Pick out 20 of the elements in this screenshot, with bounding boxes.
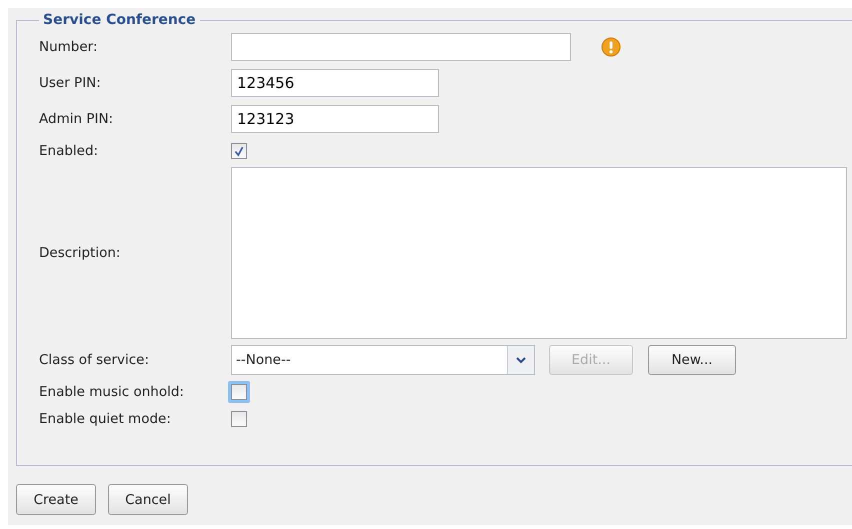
- field-label: Enable music onhold:: [39, 384, 185, 400]
- checkbox[interactable]: [231, 143, 247, 159]
- action-button[interactable]: Create: [16, 484, 96, 515]
- field-label: Description:: [39, 245, 122, 261]
- chevron-down-icon: [516, 356, 526, 364]
- field-label: Class of service:: [39, 352, 150, 368]
- group-title: Service Conference: [42, 12, 197, 28]
- field-label: Number:: [39, 39, 99, 55]
- input-field[interactable]: [231, 33, 571, 61]
- action-button[interactable]: Cancel: [108, 484, 188, 515]
- dropdown[interactable]: --None--: [231, 345, 535, 375]
- input-field[interactable]: 123456: [231, 69, 439, 97]
- field-label: Enable quiet mode:: [39, 411, 172, 427]
- field-label: Admin PIN:: [39, 111, 114, 127]
- field-label: User PIN:: [39, 75, 102, 91]
- description-field[interactable]: [231, 167, 847, 339]
- input-field[interactable]: 123123: [231, 105, 439, 133]
- checkbox[interactable]: [231, 411, 247, 427]
- field-label: Enabled:: [39, 143, 100, 159]
- form-button[interactable]: New...: [648, 345, 736, 375]
